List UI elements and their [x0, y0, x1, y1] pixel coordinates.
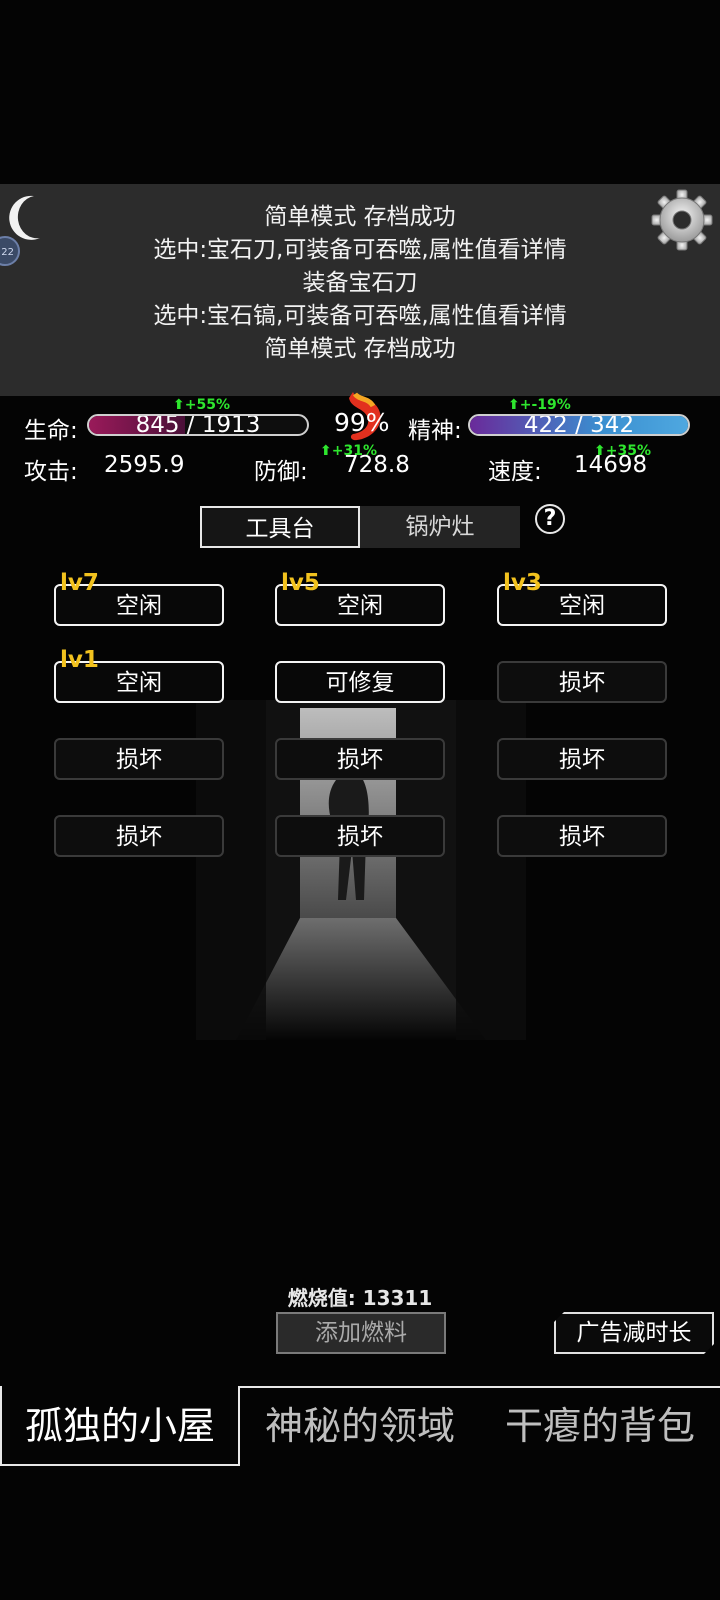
slot-level-label: lv3 [503, 570, 542, 596]
attack-label: 攻击: [24, 459, 78, 485]
spirit-label: 精神: [408, 418, 462, 444]
defense-delta: ⬆+31% [320, 443, 377, 459]
stomach-percent: 99% [334, 408, 390, 437]
slot-level-label: lv7 [60, 570, 99, 596]
workbench-slot[interactable]: 损坏 [497, 661, 667, 703]
up-arrow-icon: ⬆ [320, 443, 332, 459]
moon-icon[interactable] [6, 192, 46, 242]
speed-label: 速度: [488, 459, 542, 485]
log-line: 简单模式 存档成功 [264, 204, 456, 230]
hp-bar: 845 / 1913 [87, 414, 309, 436]
attack-value: 2595.9 [104, 452, 185, 478]
hp-delta: ⬆+55% [173, 397, 230, 413]
slot-level-label: lv1 [60, 647, 99, 673]
spirit-bar: 422 / 342 [468, 414, 690, 436]
tab-lonely-house[interactable]: 孤独的小屋 [0, 1386, 240, 1466]
hp-label: 生命: [24, 418, 78, 444]
fuel-value: 燃烧值: 13311 [287, 1286, 433, 1310]
workbench-slot[interactable]: 损坏 [54, 738, 224, 780]
log-line: 选中:宝石镐,可装备可吞噬,属性值看详情 [153, 303, 567, 329]
workbench-slot[interactable]: 损坏 [54, 815, 224, 857]
workbench-slot[interactable]: 损坏 [497, 815, 667, 857]
spirit-value: 422 / 342 [523, 414, 635, 436]
defense-label: 防御: [254, 459, 308, 485]
help-icon[interactable]: ? [535, 504, 565, 534]
log-line: 简单模式 存档成功 [264, 336, 456, 362]
up-arrow-icon: ⬆ [173, 397, 185, 413]
slot-level-label: lv5 [281, 570, 320, 596]
workbench-slot[interactable]: 损坏 [275, 815, 445, 857]
log-line: 选中:宝石刀,可装备可吞噬,属性值看详情 [153, 237, 567, 263]
workbench-slot[interactable]: 损坏 [497, 738, 667, 780]
up-arrow-icon: ⬆ [508, 397, 520, 413]
speed-delta: ⬆+35% [594, 443, 651, 459]
log-line: 装备宝石刀 [302, 270, 418, 296]
tab-shriveled-backpack[interactable]: 干瘪的背包 [480, 1386, 720, 1466]
gear-icon[interactable] [650, 188, 714, 252]
message-log-panel: 简单模式 存档成功 选中:宝石刀,可装备可吞噬,属性值看详情 装备宝石刀 选中:… [0, 184, 720, 396]
workbench-slot[interactable]: 损坏 [275, 738, 445, 780]
hp-value: 845 / 1913 [135, 414, 261, 436]
spirit-delta: ⬆+-19% [508, 397, 571, 413]
ad-reduce-time-button[interactable]: 广告减时长 [554, 1312, 714, 1354]
tab-furnace[interactable]: 锅炉灶 [360, 506, 520, 548]
tab-workbench[interactable]: 工具台 [200, 506, 360, 548]
tab-mysterious-domain[interactable]: 神秘的领域 [240, 1386, 480, 1466]
up-arrow-icon: ⬆ [594, 443, 606, 459]
workbench-slot[interactable]: 可修复 [275, 661, 445, 703]
add-fuel-button[interactable]: 添加燃料 [276, 1312, 446, 1354]
